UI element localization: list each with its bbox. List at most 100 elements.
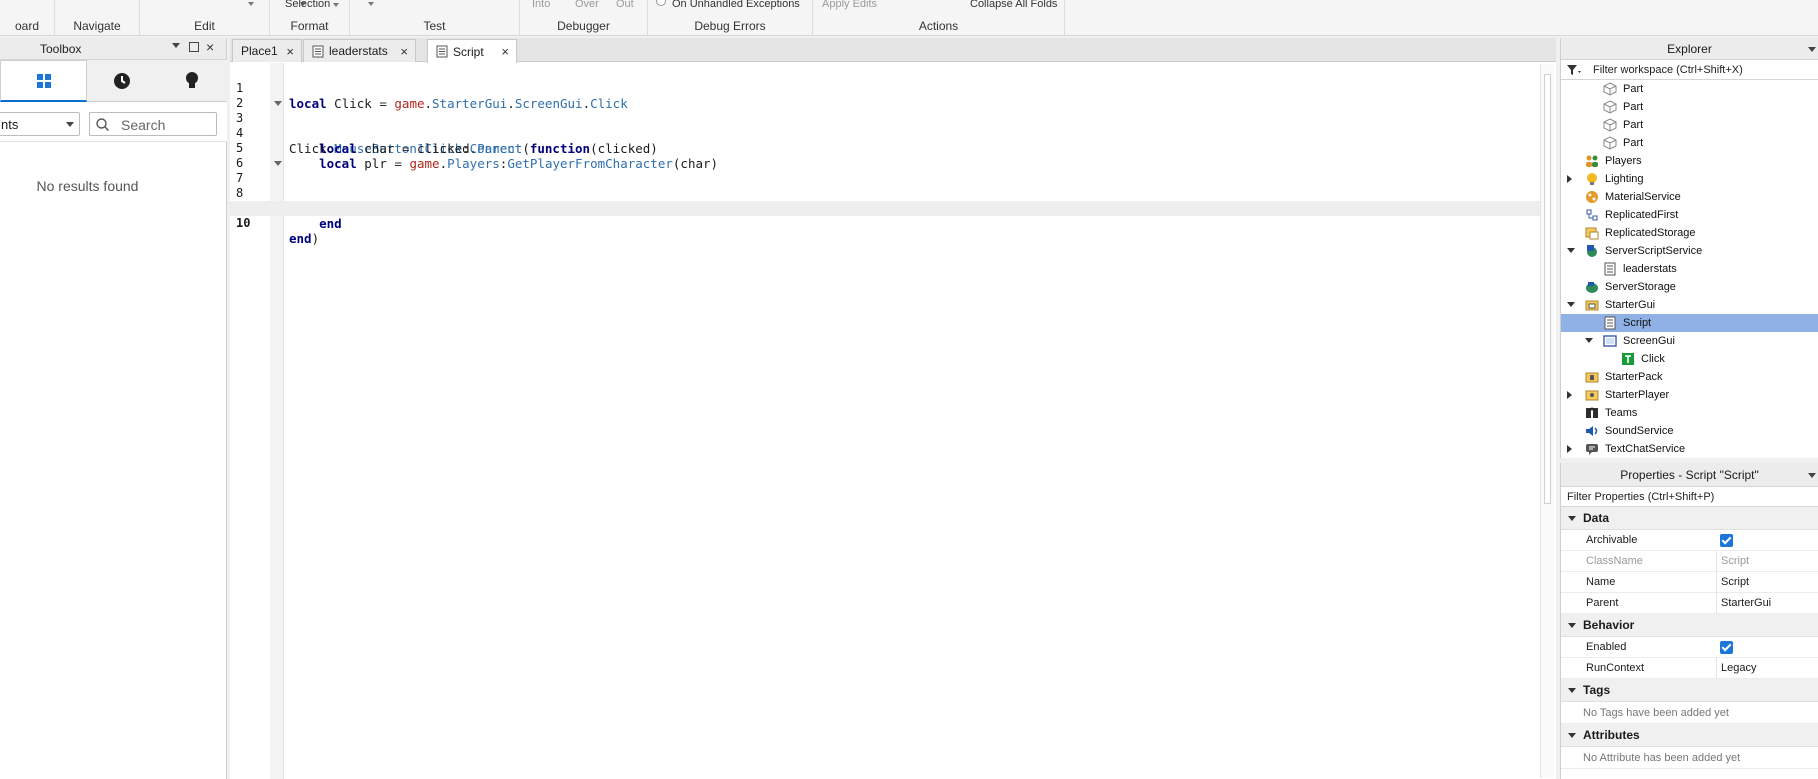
code-line[interactable]: 1 local Click = game.StarterGui.ScreenGu… <box>230 66 1540 111</box>
chevron-down-icon[interactable] <box>368 2 374 6</box>
ribbon-group-test[interactable]: Test <box>350 0 520 36</box>
apply-edits-button[interactable]: Apply Edits <box>822 0 877 10</box>
code-area[interactable]: 1 local Click = game.StarterGui.ScreenGu… <box>230 66 1540 246</box>
close-icon[interactable]: × <box>400 44 408 59</box>
properties-filter-input[interactable]: Filter Properties (Ctrl+Shift+P) <box>1561 487 1818 507</box>
explorer-node-teams[interactable]: Teams <box>1561 404 1818 422</box>
explorer-node-materialservice[interactable]: MaterialService <box>1561 188 1818 206</box>
checkbox-checked[interactable] <box>1720 534 1733 547</box>
radio-button[interactable] <box>656 0 666 6</box>
toolbox-tabs <box>0 60 227 102</box>
code-line[interactable]: 7 if plr then <box>230 156 1540 216</box>
tab-creations[interactable] <box>157 60 227 102</box>
explorer-node-part[interactable]: Part <box>1561 98 1818 116</box>
chevron-down-icon[interactable] <box>172 43 180 48</box>
selection-dropdown[interactable]: Selection <box>285 0 330 10</box>
explorer-node-serverscriptservice[interactable]: ServerScriptService <box>1561 242 1818 260</box>
code-line[interactable]: 6 <box>230 141 1540 170</box>
explorer-node-script[interactable]: Script <box>1561 314 1818 332</box>
property-value[interactable]: Script <box>1716 572 1749 593</box>
explorer-node-click[interactable]: Click <box>1561 350 1818 368</box>
chevron-down-icon[interactable] <box>1568 688 1576 693</box>
ribbon-group-format[interactable]: Selection Format <box>270 0 350 36</box>
players-icon <box>1585 154 1599 168</box>
property-category-data[interactable]: Data <box>1561 507 1818 530</box>
explorer-node-part[interactable]: Part <box>1561 134 1818 152</box>
explorer-node-screengui[interactable]: ScreenGui <box>1561 332 1818 350</box>
property-category-attributes[interactable]: Attributes <box>1561 724 1818 747</box>
explorer-node-textchatservice[interactable]: TextChatService <box>1561 440 1818 458</box>
tab-script[interactable]: Script × <box>427 39 517 63</box>
property-row-classname[interactable]: ClassName Script <box>1561 551 1818 572</box>
tab-recent[interactable] <box>87 60 157 102</box>
undock-icon[interactable] <box>189 42 199 52</box>
explorer-node-players[interactable]: Players <box>1561 152 1818 170</box>
explorer-node-part[interactable]: Part <box>1561 116 1818 134</box>
chevron-down-icon[interactable] <box>1567 248 1575 253</box>
close-icon[interactable]: × <box>286 44 294 59</box>
collapse-all-folds-button[interactable]: Collapse All Folds <box>970 0 1057 10</box>
explorer-node-startergui[interactable]: StarterGui <box>1561 296 1818 314</box>
explorer-node-lighting[interactable]: Lighting <box>1561 170 1818 188</box>
code-line[interactable]: 9 end <box>230 186 1540 231</box>
ribbon-group-navigate[interactable]: Navigate <box>55 0 140 36</box>
code-line[interactable]: 3 Click.MouseButton1Click:Connect(functi… <box>230 96 1540 156</box>
property-row-name[interactable]: Name Script <box>1561 572 1818 593</box>
checkbox-checked[interactable] <box>1720 641 1733 654</box>
property-row-parent[interactable]: Parent StarterGui <box>1561 593 1818 614</box>
code-line[interactable]: 8 plr.leaderstats.Coins.Value = plr.lead… <box>230 171 1540 216</box>
category-dropdown[interactable]: nts <box>0 112 80 136</box>
chevron-down-icon[interactable] <box>1808 473 1816 478</box>
toolbox-header: Toolbox × <box>0 38 226 60</box>
explorer-header: Explorer <box>1561 38 1818 60</box>
close-icon[interactable]: × <box>501 44 509 59</box>
chevron-down-icon[interactable] <box>1568 516 1576 521</box>
step-out-button[interactable]: Out <box>616 0 634 10</box>
search-input[interactable]: Search <box>89 112 217 136</box>
explorer-node-part[interactable]: Part <box>1561 80 1818 98</box>
chevron-down-icon[interactable] <box>1567 302 1575 307</box>
property-category-behavior[interactable]: Behavior <box>1561 614 1818 637</box>
step-over-button[interactable]: Over <box>575 0 599 10</box>
chevron-down-icon[interactable] <box>1585 338 1593 343</box>
chevron-down-icon[interactable] <box>248 2 254 6</box>
tab-place1[interactable]: Place1 × <box>232 39 302 62</box>
explorer-node-starterplayer[interactable]: StarterPlayer <box>1561 386 1818 404</box>
code-line-current[interactable]: 10 end) <box>230 201 1540 246</box>
explorer-filter-input[interactable]: Filter workspace (Ctrl+Shift+X) <box>1561 60 1818 80</box>
chevron-down-icon[interactable] <box>333 3 339 7</box>
chevron-right-icon[interactable] <box>1567 391 1572 399</box>
tab-leaderstats[interactable]: leaderstats × <box>303 39 416 62</box>
chevron-down-icon[interactable] <box>1808 47 1816 52</box>
fold-icon[interactable] <box>274 101 282 106</box>
code-line[interactable]: 4 local char = clicked.Parent <box>230 111 1540 156</box>
chevron-right-icon[interactable] <box>1567 175 1572 183</box>
chevron-down-icon[interactable] <box>1568 623 1576 628</box>
starter-player-icon <box>1585 388 1599 402</box>
step-into-button[interactable]: Into <box>532 0 550 10</box>
script-icon <box>1603 316 1617 330</box>
code-line[interactable]: 2 <box>230 81 1540 110</box>
property-row-archivable[interactable]: Archivable <box>1561 530 1818 551</box>
property-value[interactable]: StarterGui <box>1716 593 1771 614</box>
scrollbar-thumb[interactable] <box>1544 74 1551 504</box>
property-row-runcontext[interactable]: RunContext Legacy <box>1561 658 1818 679</box>
ribbon-group-edit[interactable]: Edit <box>140 0 306 36</box>
chevron-right-icon[interactable] <box>1567 445 1572 453</box>
explorer-node-replicatedstorage[interactable]: ReplicatedStorage <box>1561 224 1818 242</box>
fold-icon[interactable] <box>274 161 282 166</box>
explorer-node-serverstorage[interactable]: ServerStorage <box>1561 278 1818 296</box>
property-row-enabled[interactable]: Enabled <box>1561 637 1818 658</box>
property-category-tags[interactable]: Tags <box>1561 679 1818 702</box>
editor-scrollbar[interactable] <box>1540 64 1554 778</box>
code-line[interactable]: 5 local plr = game.Players:GetPlayerFrom… <box>230 126 1540 171</box>
explorer-node-starterpack[interactable]: StarterPack <box>1561 368 1818 386</box>
explorer-node-replicatedfirst[interactable]: ReplicatedFirst <box>1561 206 1818 224</box>
chevron-down-icon[interactable] <box>1568 733 1576 738</box>
on-unhandled-exceptions-option[interactable]: On Unhandled Exceptions <box>672 0 800 10</box>
property-value[interactable]: Legacy <box>1716 658 1756 679</box>
close-icon[interactable]: × <box>206 39 214 55</box>
explorer-node-leaderstats[interactable]: leaderstats <box>1561 260 1818 278</box>
explorer-node-soundservice[interactable]: SoundService <box>1561 422 1818 440</box>
tab-inventory[interactable] <box>0 60 87 102</box>
